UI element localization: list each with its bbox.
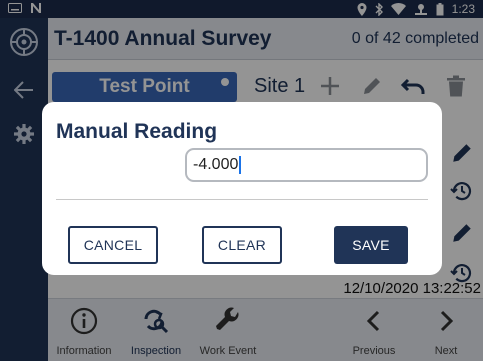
manual-reading-dialog: Manual Reading -4.000 CANCEL CLEAR SAVE xyxy=(42,102,442,275)
reading-value-input[interactable]: -4.000 xyxy=(185,148,428,182)
save-button[interactable]: SAVE xyxy=(334,226,408,264)
dialog-title: Manual Reading xyxy=(56,120,218,143)
dialog-divider xyxy=(56,199,428,200)
cancel-button[interactable]: CANCEL xyxy=(68,226,158,264)
text-cursor xyxy=(239,155,242,174)
clear-button[interactable]: CLEAR xyxy=(202,226,282,264)
reading-value-text: -4.000 xyxy=(193,156,239,173)
